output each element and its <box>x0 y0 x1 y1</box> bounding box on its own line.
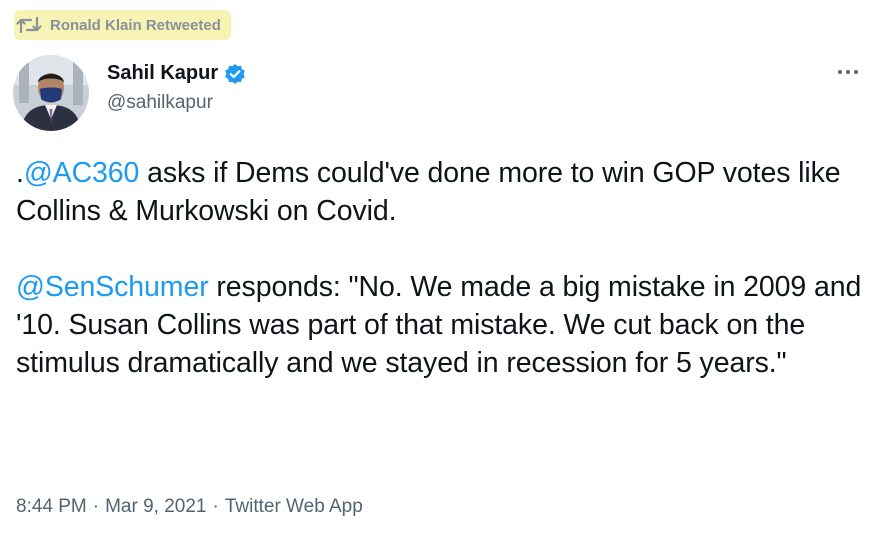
avatar[interactable] <box>13 55 89 131</box>
mention-senschumer[interactable]: @SenSchumer <box>16 271 209 303</box>
more-options-icon[interactable] <box>834 64 862 80</box>
retweet-icon <box>16 15 42 35</box>
author-handle[interactable]: @sahilkapur <box>107 92 213 114</box>
paragraph-1-text: asks if Dems could've done more to win G… <box>16 157 841 227</box>
tweet-date[interactable]: Mar 9, 2021 <box>105 496 206 518</box>
retweet-label[interactable]: Ronald Klain Retweeted <box>50 17 221 34</box>
meta-separator: · <box>212 496 219 517</box>
text-prefix: . <box>16 157 24 189</box>
tweet-time[interactable]: 8:44 PM <box>16 496 87 518</box>
tweet-source[interactable]: Twitter Web App <box>225 496 363 518</box>
author-name-row[interactable]: Sahil Kapur <box>107 62 246 85</box>
meta-separator: · <box>92 496 100 517</box>
tweet-metadata: 8:44 PM · Mar 9, 2021 · Twitter Web App <box>16 496 363 518</box>
display-name[interactable]: Sahil Kapur <box>107 62 218 85</box>
tweet-text: .@AC360 asks if Dems could've done more … <box>16 154 871 382</box>
verified-badge-icon <box>224 63 246 85</box>
tweet-paragraph-2: @SenSchumer responds: "No. We made a big… <box>16 268 871 382</box>
retweet-header[interactable]: Ronald Klain Retweeted <box>14 10 231 40</box>
tweet-paragraph-1: .@AC360 asks if Dems could've done more … <box>16 154 871 230</box>
mention-ac360[interactable]: @AC360 <box>24 157 140 189</box>
